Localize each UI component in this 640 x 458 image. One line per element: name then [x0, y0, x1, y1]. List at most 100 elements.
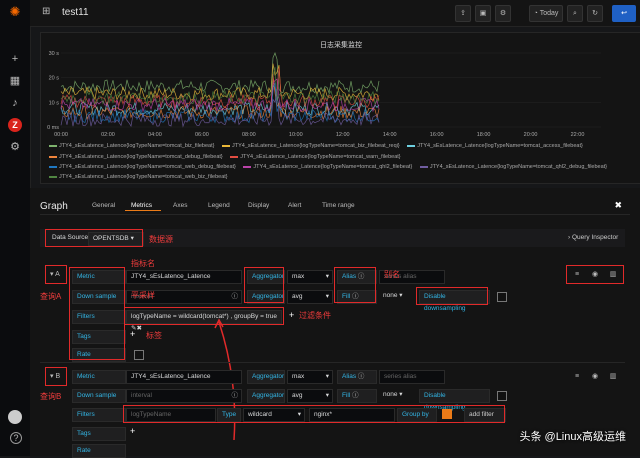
today-label: Today: [539, 10, 559, 17]
downsample-label-b: Down sample: [72, 389, 126, 403]
x-tick-label: 04:00: [148, 132, 162, 138]
menu-icon[interactable]: ≡: [572, 270, 582, 280]
legend-item[interactable]: JTY4_sEsLatence_Latence{logTypeName=tomc…: [419, 164, 607, 170]
apps-grid-icon[interactable]: ⊞: [42, 7, 52, 17]
remove-icon[interactable]: ✖: [136, 325, 141, 332]
caret-down-icon: ▾: [325, 293, 329, 300]
legend-item[interactable]: JTY4_sEsLatence_Latence{logTypeName=tomc…: [230, 154, 401, 160]
clock-icon: ◔: [533, 10, 538, 17]
annotation-box-alias-a: [334, 267, 376, 303]
series-line: [60, 63, 380, 102]
legend-row-3: JTY4_sEsLatence_Latence{logTypeName=tomc…: [49, 164, 607, 170]
annotation-box-disable-ds-a: [416, 287, 488, 305]
tab-axes[interactable]: Axes: [173, 202, 187, 209]
legend-row-2: JTY4_sEsLatence_Latence{logTypeName=tomc…: [49, 154, 401, 160]
info-icon: ⓘ: [357, 373, 365, 380]
x-tick-label: 02:00: [101, 132, 115, 138]
aggregator-select-a[interactable]: max ▾: [287, 270, 333, 284]
y-tick-label: 30 s: [49, 51, 60, 57]
legend-item[interactable]: JTY4_sEsLatence_Latence{logTypeName=tomc…: [407, 143, 583, 149]
tab-time-range[interactable]: Time range: [322, 202, 355, 209]
disable-downsampling-checkbox-b[interactable]: [497, 391, 507, 401]
plus-icon[interactable]: +: [8, 52, 22, 66]
legend-row-1: JTY4_sEsLatence_Latence{logTypeName=tomc…: [49, 143, 583, 149]
metric-input-a[interactable]: JTY4_sEsLatence_Latence: [126, 270, 242, 284]
x-tick-label: 20:00: [524, 132, 538, 138]
menu-icon-b[interactable]: ≡: [572, 372, 582, 382]
trash-icon[interactable]: ▥: [608, 270, 618, 280]
caret-down-icon: ▾: [325, 373, 329, 380]
eye-icon[interactable]: ◉: [590, 270, 600, 280]
dashboard-title[interactable]: test11: [62, 7, 89, 18]
avatar[interactable]: [8, 410, 22, 424]
downsample-agg-select-b[interactable]: avg ▾: [287, 389, 333, 403]
x-tick-label: 22:00: [571, 132, 585, 138]
graph-plot[interactable]: 30 s 20 s 10 s 0 ms 00:00 02:00 04:00 06:00 08:…: [41, 47, 640, 157]
tab-legend[interactable]: Legend: [208, 202, 230, 209]
annotation-box-datasource: [45, 229, 143, 247]
legend-item[interactable]: JTY4_sEsLatence_Latence{logTypeName=tomc…: [243, 164, 412, 170]
alias-input-b[interactable]: series alias: [379, 370, 445, 384]
legend-item[interactable]: JTY4_sEsLatence_Latence{logTypeName=tomc…: [49, 174, 228, 180]
share-button[interactable]: ⇪: [455, 5, 471, 22]
bell-icon[interactable]: ♪: [8, 96, 22, 110]
metric-input-b[interactable]: JTY4_sEsLatence_Latence: [126, 370, 242, 384]
annotation-metric: 指标名: [131, 259, 155, 268]
legend-item[interactable]: JTY4_sEsLatence_Latence{logTypeName=tomc…: [222, 143, 400, 149]
disable-downsampling-checkbox-a[interactable]: [497, 292, 507, 302]
editor-title: Graph: [40, 201, 68, 212]
time-picker-button[interactable]: ◔ Today: [529, 5, 563, 22]
x-tick-label: 14:00: [383, 132, 397, 138]
zabbix-icon[interactable]: Z: [8, 118, 22, 132]
add-filter-plus-icon[interactable]: +: [289, 310, 294, 320]
help-icon[interactable]: ?: [10, 432, 22, 444]
settings-button[interactable]: ⚙: [495, 5, 511, 22]
x-tick-label: 16:00: [430, 132, 444, 138]
aggregator-select-b[interactable]: max ▾: [287, 370, 333, 384]
tabs-divider: [40, 214, 630, 215]
fill-select-a[interactable]: none ▾: [379, 290, 411, 302]
tab-general[interactable]: General: [92, 202, 115, 209]
annotation-tags: 标签: [146, 331, 162, 340]
topbar: ⊞ test11 ⇪ ▣ ⚙ ◔ Today ⌕ ↻ ↩: [30, 0, 640, 27]
x-tick-label: 18:00: [477, 132, 491, 138]
series-line: [60, 51, 380, 95]
gear-icon[interactable]: ⚙: [8, 140, 22, 154]
add-tag-plus-icon[interactable]: +: [130, 329, 135, 339]
add-tag-plus-icon-b[interactable]: +: [130, 426, 135, 436]
query-inspector-label: Query Inspector: [571, 234, 619, 241]
rate-checkbox-a[interactable]: [134, 350, 144, 360]
annotation-filter: 过滤条件: [299, 311, 331, 320]
legend-item[interactable]: JTY4_sEsLatence_Latence{logTypeName=tomc…: [49, 154, 223, 160]
save-button[interactable]: ▣: [475, 5, 491, 22]
y-tick-label: 20 s: [49, 76, 60, 82]
downsample-agg-select-a[interactable]: avg ▾: [287, 290, 333, 304]
tab-alert[interactable]: Alert: [288, 202, 301, 209]
annotation-alias: 别名: [384, 270, 400, 279]
query-inspector-button[interactable]: › Query Inspector: [568, 234, 618, 241]
x-tick-label: 10:00: [289, 132, 303, 138]
close-icon[interactable]: ✖: [614, 200, 622, 211]
dashboards-icon[interactable]: ▦: [8, 74, 22, 88]
tab-metrics[interactable]: Metrics: [131, 202, 152, 209]
trash-icon-b[interactable]: ▥: [608, 372, 618, 382]
grafana-logo-icon[interactable]: ✺: [8, 5, 22, 19]
annotation-datasource: 数据源: [149, 235, 173, 244]
annotation-box-aggregator-a: [244, 267, 284, 303]
caret-down-icon: ▾: [325, 273, 329, 280]
eye-icon-b[interactable]: ◉: [590, 372, 600, 382]
y-tick-label: 10 s: [49, 100, 60, 106]
back-button[interactable]: ↩: [612, 5, 636, 22]
legend-item[interactable]: JTY4_sEsLatence_Latence{logTypeName=tomc…: [49, 143, 214, 149]
annotation-query-b: 查询B: [40, 392, 62, 401]
legend-item[interactable]: JTY4_sEsLatence_Latence{logTypeName=tomc…: [49, 164, 236, 170]
refresh-button[interactable]: ↻: [587, 5, 603, 22]
zoom-out-button[interactable]: ⌕: [567, 5, 583, 22]
legend-row-4: JTY4_sEsLatence_Latence{logTypeName=tomc…: [49, 174, 228, 180]
sidebar: ✺ + ▦ ♪ Z ⚙ ?: [0, 0, 31, 456]
aggregator-label-b: Aggregator: [247, 370, 285, 384]
downsample-input-b[interactable]: interval ⓘ: [126, 389, 242, 403]
annotation-box-query-b-letter: [45, 367, 67, 386]
tab-display[interactable]: Display: [248, 202, 269, 209]
fill-select-b[interactable]: none ▾: [379, 389, 411, 401]
